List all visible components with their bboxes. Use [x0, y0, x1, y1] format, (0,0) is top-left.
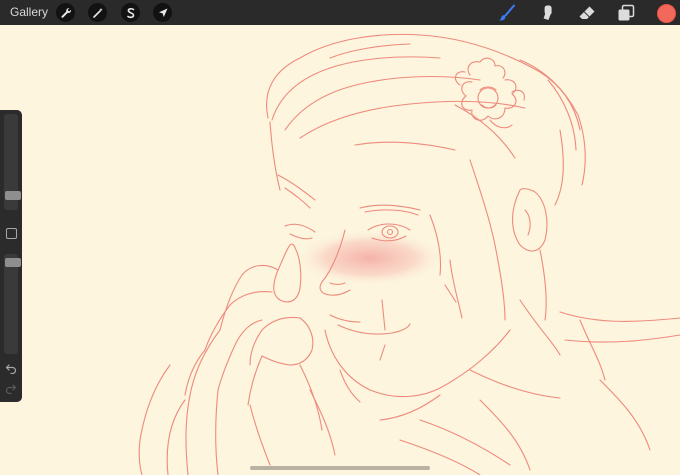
actions-button[interactable] [56, 3, 75, 22]
brush-size-slider[interactable] [4, 114, 21, 210]
drawing-canvas[interactable] [0, 25, 680, 475]
layers-button[interactable] [616, 3, 636, 23]
gallery-button[interactable]: Gallery [10, 5, 48, 19]
smudge-tool-button[interactable] [537, 3, 557, 23]
adjustments-button[interactable] [88, 3, 107, 22]
redo-icon[interactable] [5, 382, 17, 394]
modify-square-icon[interactable] [6, 228, 17, 239]
layers-icon [618, 4, 635, 21]
blush-shading [295, 230, 445, 286]
transform-button[interactable] [153, 3, 172, 22]
left-sidebar [0, 110, 22, 402]
eraser-tool-button[interactable] [577, 3, 597, 23]
brush-size-thumb[interactable] [5, 191, 21, 200]
arrow-cursor-icon [158, 8, 167, 17]
smudge-finger-icon [543, 5, 552, 20]
selection-button[interactable] [121, 3, 140, 22]
brush-icon [499, 4, 515, 21]
eraser-icon [579, 6, 595, 19]
opacity-slider[interactable] [4, 254, 21, 354]
wrench-icon [60, 7, 71, 18]
selection-s-icon [126, 7, 134, 18]
brush-tool-button[interactable] [497, 3, 517, 23]
magic-wand-icon [92, 7, 103, 18]
home-indicator[interactable] [250, 466, 430, 470]
undo-icon[interactable] [5, 362, 17, 374]
flower-clip [454, 57, 525, 129]
color-picker-button[interactable] [657, 4, 676, 23]
top-toolbar: Gallery [0, 0, 680, 25]
opacity-thumb[interactable] [5, 258, 21, 267]
